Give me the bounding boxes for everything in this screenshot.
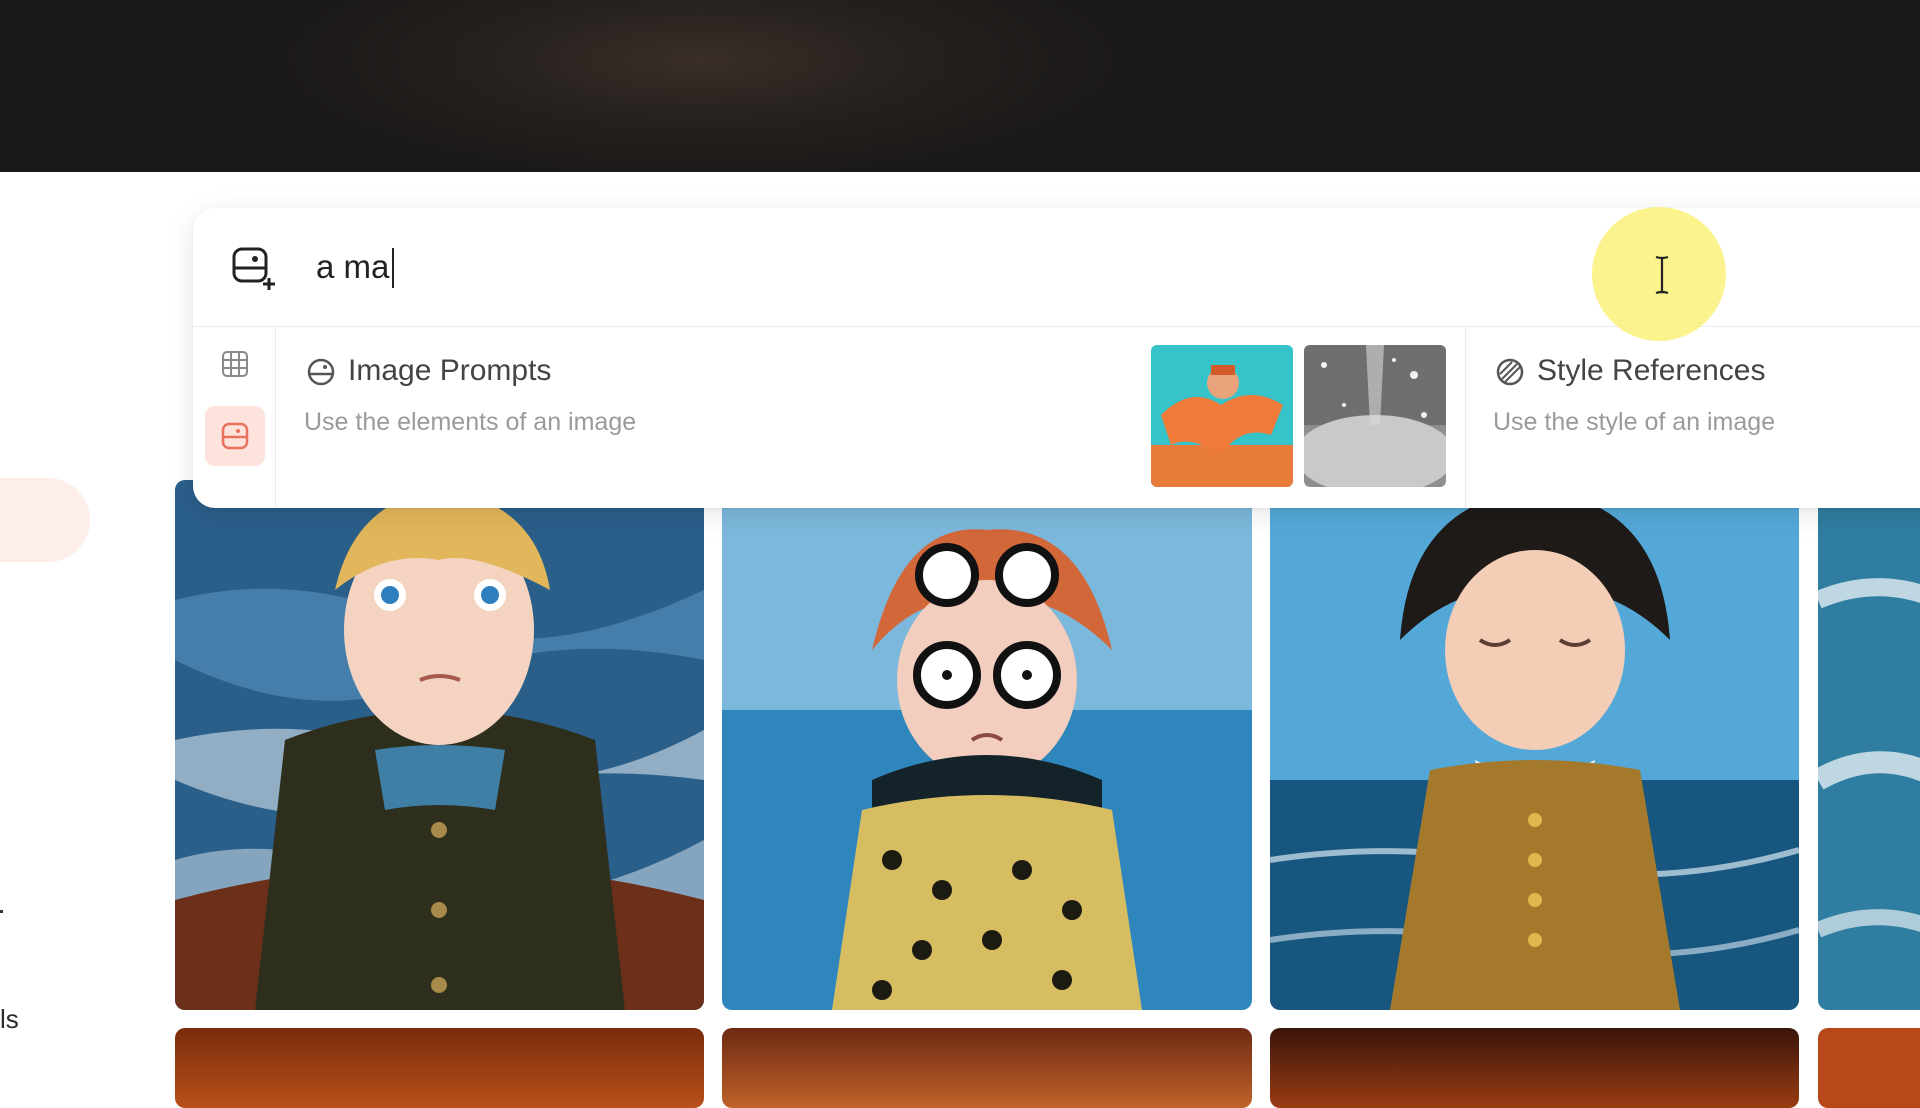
image-prompts-description: Use the elements of an image: [304, 408, 637, 436]
image-prompt-icon: [221, 422, 249, 450]
style-references-description: Use the style of an image: [1493, 408, 1776, 436]
image-prompts-title: Image Prompts: [348, 354, 552, 387]
grid-icon: [222, 351, 248, 377]
top-banner-image: [0, 0, 1920, 172]
image-prompt-thumbnail-2[interactable]: [1304, 345, 1446, 487]
gallery-image-row2-3[interactable]: [1270, 1028, 1799, 1108]
gallery-image-girl-glasses[interactable]: [722, 480, 1252, 1010]
gallery-image-row2-4[interactable]: [1818, 1028, 1920, 1108]
options-divider: [1465, 326, 1466, 508]
image-prompt-icon: [307, 358, 335, 386]
gallery-image-girl-dress[interactable]: [1270, 480, 1799, 1010]
grid-mode-button[interactable]: [205, 334, 265, 394]
style-reference-icon: [1496, 358, 1524, 386]
gallery-image-boy-coat[interactable]: [175, 480, 704, 1010]
text-cursor-icon: [1655, 255, 1669, 295]
image-prompt-thumbnail-1[interactable]: [1151, 345, 1293, 487]
gallery-image-sea[interactable]: [1818, 480, 1920, 1010]
image-prompt-mode-button[interactable]: [205, 406, 265, 466]
prompt-mode-column: [193, 326, 276, 508]
sidebar-marker: [0, 910, 3, 913]
text-caret: [392, 248, 394, 288]
style-references-title: Style References: [1537, 354, 1766, 387]
gallery-image-row2-2[interactable]: [722, 1028, 1252, 1108]
prompt-input[interactable]: [316, 242, 1516, 292]
sidebar-active-item[interactable]: [0, 478, 90, 562]
sidebar-item-label[interactable]: ls: [0, 1004, 19, 1035]
gallery-image-row2-1[interactable]: [175, 1028, 704, 1108]
image-add-icon[interactable]: [231, 246, 277, 292]
